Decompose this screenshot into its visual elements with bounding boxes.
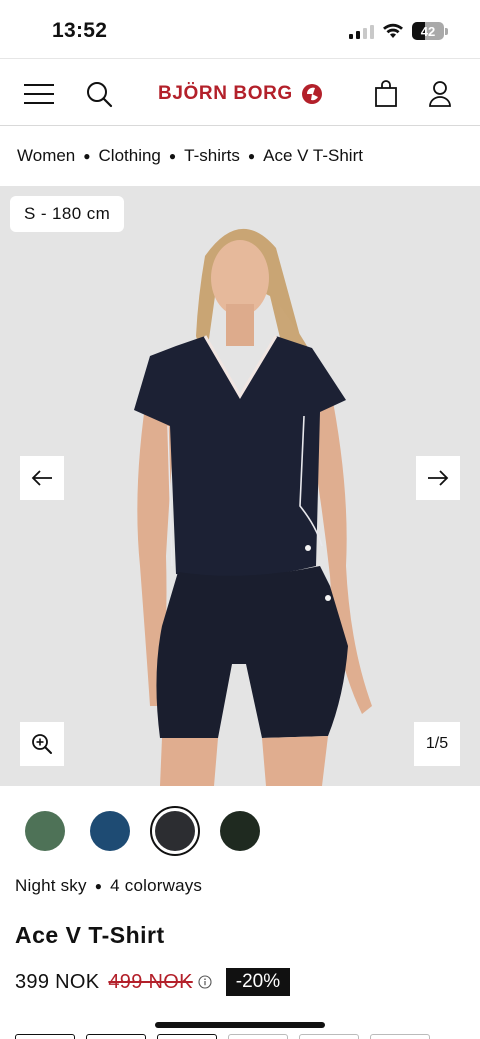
breadcrumb-tshirts[interactable]: T-shirts bbox=[184, 146, 240, 166]
color-swatch-dot bbox=[25, 811, 65, 851]
shopping-bag-icon[interactable] bbox=[369, 77, 403, 111]
wifi-icon bbox=[383, 23, 403, 38]
battery-icon: 42 bbox=[412, 22, 444, 40]
color-swatch[interactable] bbox=[85, 806, 135, 856]
arrow-left-icon bbox=[31, 470, 52, 486]
cellular-signal-icon bbox=[349, 24, 374, 39]
color-swatch-dot bbox=[155, 811, 195, 851]
discount-badge: -20% bbox=[225, 968, 291, 996]
image-counter: 1/5 bbox=[414, 722, 460, 766]
color-swatch[interactable] bbox=[215, 806, 265, 856]
color-swatches bbox=[20, 806, 265, 856]
size-option[interactable] bbox=[15, 1034, 75, 1039]
status-bar: 13:52 42 bbox=[0, 0, 480, 58]
original-price: 499 NOK bbox=[108, 970, 193, 993]
model-size-label: S - 180 cm bbox=[10, 196, 125, 232]
color-info-separator: ● bbox=[94, 879, 103, 893]
color-swatch-dot bbox=[90, 811, 130, 851]
selected-color-name: Night sky bbox=[15, 876, 87, 895]
product-image-gallery[interactable]: S - 180 cm 1/5 bbox=[0, 186, 480, 786]
breadcrumb-separator: ● bbox=[168, 149, 177, 163]
user-icon[interactable] bbox=[423, 77, 457, 111]
battery-level-text: 42 bbox=[420, 23, 436, 39]
product-title: Ace V T-Shirt bbox=[15, 922, 165, 948]
zoom-in-icon bbox=[32, 734, 52, 754]
status-icons: 42 bbox=[349, 22, 448, 40]
size-option[interactable] bbox=[370, 1034, 430, 1039]
brand-name: BJÖRN BORG bbox=[158, 83, 293, 104]
color-info: Night sky ● 4 colorways bbox=[15, 876, 202, 896]
price-row: 399 NOK 499 NOK -20% bbox=[15, 968, 291, 996]
brand-emblem-icon bbox=[301, 84, 322, 104]
hamburger-icon[interactable] bbox=[22, 77, 56, 111]
zoom-button[interactable] bbox=[20, 722, 64, 766]
color-swatch-dot bbox=[220, 811, 260, 851]
arrow-right-icon bbox=[428, 470, 449, 486]
colorways-count: 4 colorways bbox=[110, 876, 203, 895]
breadcrumb-separator: ● bbox=[247, 149, 256, 163]
current-price: 399 NOK bbox=[15, 970, 100, 993]
breadcrumb-separator: ● bbox=[83, 149, 91, 163]
product-photo bbox=[0, 186, 480, 786]
breadcrumb-clothing[interactable]: Clothing bbox=[99, 146, 161, 166]
info-icon[interactable] bbox=[198, 975, 212, 989]
brand-logo[interactable]: BJÖRN BORG bbox=[158, 83, 323, 105]
color-swatch[interactable] bbox=[150, 806, 200, 856]
site-header: BJÖRN BORG bbox=[0, 58, 480, 126]
status-time: 13:52 bbox=[52, 19, 108, 42]
color-swatch[interactable] bbox=[20, 806, 70, 856]
home-indicator[interactable] bbox=[155, 1022, 325, 1028]
breadcrumb-women[interactable]: Women bbox=[17, 146, 75, 166]
next-image-button[interactable] bbox=[416, 456, 460, 500]
breadcrumb: Women ● Clothing ● T-shirts ● Ace V T-Sh… bbox=[17, 146, 363, 166]
size-option[interactable] bbox=[157, 1034, 217, 1039]
search-icon[interactable] bbox=[82, 77, 116, 111]
size-option[interactable] bbox=[86, 1034, 146, 1039]
size-option[interactable] bbox=[228, 1034, 288, 1039]
size-option[interactable] bbox=[299, 1034, 359, 1039]
breadcrumb-current: Ace V T-Shirt bbox=[263, 146, 363, 165]
prev-image-button[interactable] bbox=[20, 456, 64, 500]
